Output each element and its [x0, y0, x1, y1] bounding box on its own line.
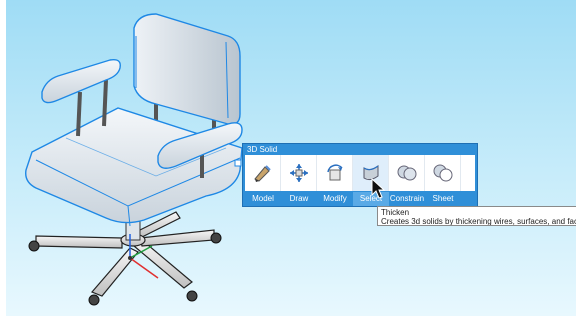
tooltip-title: Thicken — [381, 208, 410, 217]
quad-menu-icon-row — [245, 155, 475, 191]
chair-base — [35, 211, 215, 297]
chair-backrest — [133, 13, 241, 125]
subtract-spheres-icon[interactable] — [425, 155, 461, 191]
chair-seat — [25, 107, 243, 224]
move-arrows-icon[interactable] — [281, 155, 317, 191]
selection-grip[interactable] — [234, 159, 242, 167]
tab-model[interactable]: Model — [245, 192, 281, 206]
tab-draw[interactable]: Draw — [281, 192, 317, 206]
quad-menu: 3D Solid Model Draw Modify Select Constr… — [242, 143, 478, 207]
tooltip-description: Creates 3d solids by thickening wires, s… — [381, 217, 576, 226]
3d-viewport[interactable]: 3D Solid Model Draw Modify Select Constr… — [6, 0, 576, 316]
tab-constrain[interactable]: Constrain — [389, 192, 425, 206]
mouse-cursor-icon — [371, 178, 385, 199]
extrude-pencil-icon[interactable] — [245, 155, 281, 191]
tab-sheet[interactable]: Sheet — [425, 192, 461, 206]
rotate-3d-icon[interactable] — [317, 155, 353, 191]
union-spheres-icon[interactable] — [389, 155, 425, 191]
command-tooltip: Thicken Creates 3d solids by thickening … — [377, 206, 576, 226]
tab-modify[interactable]: Modify — [317, 192, 353, 206]
quad-menu-tab-row: Model Draw Modify Select Constrain Sheet — [245, 192, 475, 206]
quad-menu-title: 3D Solid — [247, 145, 278, 154]
